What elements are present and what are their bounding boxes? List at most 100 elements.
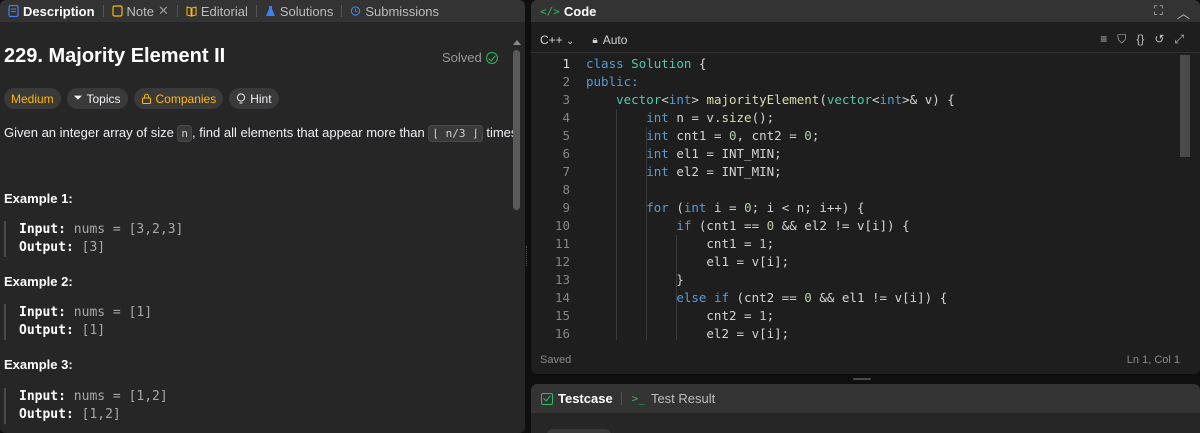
code-header: </> Code ⛶ ︿ [531, 0, 1200, 22]
language-value: C++ [540, 33, 563, 47]
case-button[interactable] [547, 429, 611, 433]
scroll-up-arrow-icon[interactable] [513, 40, 521, 45]
difficulty-badge: Medium [4, 88, 61, 109]
code-scrollbar[interactable] [1180, 55, 1190, 157]
input-label: Input: [19, 389, 66, 404]
code-line[interactable]: 6 int el1 = INT_MIN; [531, 145, 1176, 163]
tab-note-label: Note [126, 3, 154, 19]
problem-chips: Medium ⏷ Topics Companies Hint [4, 88, 279, 109]
line-number: 11 [554, 236, 570, 251]
checkbox-icon [541, 392, 553, 405]
desc-text: , find all elements that appear more tha… [192, 125, 429, 140]
line-number: 9 [562, 200, 570, 215]
tab-description-label: Description [23, 3, 95, 19]
reset-icon[interactable]: ↺ [1154, 32, 1164, 47]
output-value: [1,2] [73, 407, 121, 422]
tab-editorial-label: Editorial [200, 3, 248, 19]
chevron-down-icon: ⌄ [566, 36, 575, 47]
expand-icon[interactable]: ⤢ [1174, 32, 1184, 47]
line-number: 14 [554, 290, 570, 305]
output-value: [1] [73, 323, 106, 338]
code-editor[interactable]: 1 class Solution { 2 public: 3 vector<int> m… [531, 55, 1176, 340]
line-number: 2 [562, 74, 570, 89]
code-line[interactable]: 14 else if (cnt2 == 0 && el1 != v[i]) { [531, 289, 1176, 307]
example-2-block: Input: nums = [1] Output: [1] [4, 304, 152, 340]
line-number: 1 [562, 56, 570, 71]
book-icon [186, 6, 197, 17]
auto-mode[interactable]: Auto [603, 33, 628, 47]
tab-testcase[interactable]: Testcase [541, 391, 613, 406]
input-label: Input: [19, 222, 66, 237]
code-line[interactable]: 4 int n = v.size(); [531, 109, 1176, 127]
bookmark-icon[interactable]: ⛉ [1117, 32, 1126, 47]
collapse-icon[interactable]: ︿ [1177, 3, 1190, 22]
code-text: for (int i = 0; i < n; i++) { [646, 200, 865, 215]
code-line[interactable]: 5 int cnt1 = 0, cnt2 = 0; [531, 127, 1176, 145]
output-label: Output: [19, 240, 74, 255]
code-header-actions: ⛶ ︿ [1154, 3, 1190, 22]
indent-guide [646, 127, 648, 340]
tab-test-result-label: Test Result [650, 391, 716, 406]
problem-title: 229. Majority Element II [4, 45, 226, 67]
code-line[interactable]: 7 int el2 = INT_MIN; [531, 163, 1176, 181]
code-line[interactable]: 3 vector<int> majorityElement(vector<int… [531, 91, 1176, 109]
solved-label: Solved [442, 50, 482, 65]
line-number: 12 [554, 254, 570, 269]
tab-test-result[interactable]: >_ Test Result [632, 391, 716, 406]
tab-note[interactable]: Note ✕ [106, 0, 175, 22]
terminal-icon: >_ [631, 392, 645, 405]
code-line[interactable]: 15 cnt2 = 1; [531, 307, 1176, 325]
tab-solutions-label: Solutions [279, 3, 334, 19]
topics-label: Topics [86, 91, 121, 106]
tab-description[interactable]: Description [2, 0, 101, 22]
topics-chip[interactable]: ⏷ Topics [66, 88, 128, 109]
tab-submissions[interactable]: Submissions [344, 0, 445, 22]
code-text: cnt1 = 1; [586, 236, 775, 251]
code-line[interactable]: 12 el1 = v[i]; [531, 253, 1176, 271]
indent-guide [676, 235, 678, 340]
code-line[interactable]: 9 for (int i = 0; i < n; i++) { [531, 199, 1176, 217]
maximize-icon[interactable]: ⛶ [1154, 3, 1163, 22]
code-line[interactable]: 2 public: [531, 73, 1176, 91]
line-number: 13 [554, 272, 570, 287]
code-title: Code [563, 3, 597, 19]
flask-icon [265, 6, 275, 16]
vertical-resize-handle[interactable] [526, 246, 529, 266]
code-line[interactable]: 13 } [531, 271, 1176, 289]
code-line[interactable]: 16 el2 = v[i]; [531, 325, 1176, 340]
code-text: } [586, 272, 684, 287]
check-circle-icon [485, 51, 498, 64]
format-icon[interactable]: ≡ [1100, 32, 1107, 47]
hint-chip[interactable]: Hint [229, 88, 279, 109]
companies-chip[interactable]: Companies [133, 88, 224, 109]
problem-description: Given an integer array of size n, find a… [4, 125, 521, 142]
output-label: Output: [19, 407, 74, 422]
code-text: vector<int> majorityElement(vector<int>&… [616, 92, 955, 107]
tab-solutions[interactable]: Solutions [259, 0, 339, 22]
code-line[interactable]: 8 [531, 181, 1176, 199]
history-icon [351, 6, 361, 16]
language-select[interactable]: C++ ⌄ [540, 33, 574, 47]
example-3-title: Example 3: [4, 357, 73, 372]
testcase-tabbar: Testcase >_ Test Result [531, 384, 1200, 413]
code-line[interactable]: 1 class Solution { [531, 55, 1176, 73]
line-number: 10 [554, 218, 570, 233]
example-1-title: Example 1: [4, 191, 73, 206]
output-value: [3] [73, 240, 106, 255]
code-line[interactable]: 11 cnt1 = 1; [531, 235, 1176, 253]
tab-divider [102, 5, 104, 17]
code-line[interactable]: 10 if (cnt1 == 0 && el2 != v[i]) { [531, 217, 1176, 235]
code-text: public: [586, 74, 639, 89]
description-scrollbar[interactable] [513, 50, 520, 210]
hint-label: Hint [250, 91, 272, 106]
code-text: class Solution { [586, 56, 707, 71]
tab-testcase-label: Testcase [558, 391, 613, 406]
horizontal-resize-handle[interactable] [853, 378, 871, 380]
tab-editorial[interactable]: Editorial [180, 0, 254, 22]
lock-icon [141, 93, 151, 104]
close-icon[interactable]: ✕ [158, 3, 169, 19]
line-number: 7 [562, 164, 570, 179]
tab-submissions-label: Submissions [365, 3, 440, 19]
braces-icon[interactable]: {} [1136, 32, 1144, 47]
input-label: Input: [19, 305, 66, 320]
